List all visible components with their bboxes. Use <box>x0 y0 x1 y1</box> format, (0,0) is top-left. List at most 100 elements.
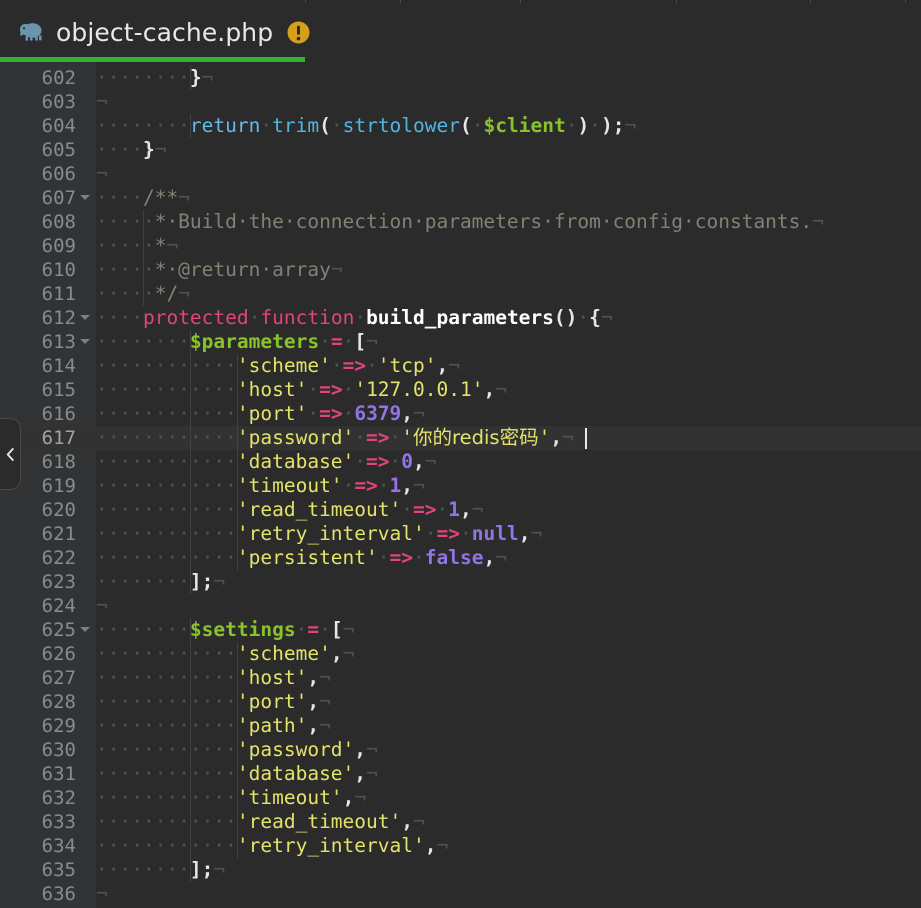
code-line[interactable]: 608 ·····*·Build·the·connection·parameter… <box>0 210 921 234</box>
code-line-text[interactable]: ····/**¬ <box>96 186 190 210</box>
code-token: ¬ <box>471 498 484 521</box>
code-line[interactable]: 624 ¬ <box>0 594 921 618</box>
tab-separator <box>676 0 677 3</box>
code-line-text[interactable]: ············'password'·=>·'你的redis密码',¬ <box>96 426 574 450</box>
code-token: ¬ <box>166 234 179 257</box>
code-line[interactable]: 611 ·····*/¬ <box>0 282 921 306</box>
code-line-text[interactable]: ············'scheme',¬ <box>96 642 354 666</box>
code-line[interactable]: 603 ¬ <box>0 90 921 114</box>
code-line[interactable]: 621 ············'retry_interval'·=>·null,… <box>0 522 921 546</box>
code-line[interactable]: 615 ············'host'·=>·'127.0.0.1',¬ <box>0 378 921 402</box>
code-line-text[interactable]: ·····*·Build·the·connection·parameters·f… <box>96 210 824 234</box>
code-line[interactable]: 626 ············'scheme',¬ <box>0 642 921 666</box>
code-line-text[interactable]: ············'retry_interval'·=>·null,¬ <box>96 522 542 546</box>
code-line-text[interactable]: ············'port',¬ <box>96 690 331 714</box>
code-token: trim <box>272 114 320 137</box>
code-line[interactable]: 634 ············'retry_interval',¬ <box>0 834 921 858</box>
code-line-text[interactable]: ············'database',¬ <box>96 762 378 786</box>
code-token: · <box>330 354 343 377</box>
code-line[interactable]: 605 ····}¬ <box>0 138 921 162</box>
code-line-text[interactable]: ·····*¬ <box>96 234 178 258</box>
code-line-text[interactable]: ········];¬ <box>96 570 225 594</box>
code-line-text[interactable]: ¬ <box>96 882 108 906</box>
code-line-text[interactable]: ············'database'·=>·0,¬ <box>96 450 437 474</box>
code-token: ········ <box>96 114 190 137</box>
code-line[interactable]: 618 ············'database'·=>·0,¬ <box>0 450 921 474</box>
code-token: ¬ <box>213 570 226 593</box>
code-token: ¬ <box>530 522 543 545</box>
code-line[interactable]: 602 ········}¬ <box>0 66 921 90</box>
code-fold-arrow-icon[interactable] <box>80 339 90 344</box>
code-line-text[interactable]: ············'read_timeout',¬ <box>96 810 425 834</box>
code-token: 'retry_interval' <box>236 834 425 857</box>
code-fold-arrow-icon[interactable] <box>80 195 90 200</box>
code-fold-arrow-icon[interactable] <box>80 315 90 320</box>
code-line[interactable]: 633 ············'read_timeout',¬ <box>0 810 921 834</box>
code-line[interactable]: 609 ·····*¬ <box>0 234 921 258</box>
code-line[interactable]: 622 ············'persistent'·=>·false,¬ <box>0 546 921 570</box>
code-line[interactable]: 610 ·····*·@return·array¬ <box>0 258 921 282</box>
code-line[interactable]: 619 ············'timeout'·=>·1,¬ <box>0 474 921 498</box>
code-line-text[interactable]: ····}¬ <box>96 138 166 162</box>
code-line[interactable]: 627 ············'host',¬ <box>0 666 921 690</box>
code-token: ¬ <box>562 426 574 449</box>
code-fold-arrow-icon[interactable] <box>80 627 90 632</box>
code-line[interactable]: 613 ········$parameters·=·[¬ <box>0 330 921 354</box>
code-line[interactable]: 614 ············'scheme'·=>·'tcp',¬ <box>0 354 921 378</box>
code-line-text[interactable]: ·····*/¬ <box>96 282 190 306</box>
code-line[interactable]: 632 ············'timeout',¬ <box>0 786 921 810</box>
code-token: · <box>342 402 355 425</box>
line-number: 609 <box>41 235 76 257</box>
code-line-text[interactable]: ············'retry_interval',¬ <box>96 834 448 858</box>
code-token: · <box>319 330 331 353</box>
code-line-text[interactable]: ····protected·function·build_parameters(… <box>96 306 613 330</box>
expand-sidebar-handle[interactable] <box>0 418 21 490</box>
code-line-text[interactable]: ············'timeout'·=>·1,¬ <box>96 474 425 498</box>
code-token: false <box>424 546 484 569</box>
code-line[interactable]: 604 ········return·trim(·strtolower(·$cli… <box>0 114 921 138</box>
code-line-text[interactable]: ············'port'·=>·6379,¬ <box>96 402 425 426</box>
code-line-text[interactable]: ············'host',¬ <box>96 666 331 690</box>
code-line-text[interactable]: ········$parameters·=·[¬ <box>96 330 378 354</box>
code-line-text[interactable]: ¬ <box>96 90 108 114</box>
code-token: => <box>319 402 343 425</box>
code-line-text[interactable]: ¬ <box>96 594 108 618</box>
warning-exclamation-icon[interactable] <box>286 20 311 45</box>
code-token: , <box>460 498 472 521</box>
code-lines[interactable]: 602 ········}¬ 603 ¬ 604 ········return·trim(… <box>0 66 921 906</box>
code-line-text[interactable]: ············'path',¬ <box>96 714 331 738</box>
code-line-text[interactable]: ¬ <box>96 162 108 186</box>
code-line-text[interactable]: ········}¬ <box>96 66 213 90</box>
code-line-text[interactable]: ········];¬ <box>96 858 225 882</box>
code-line[interactable]: 612 ····protected·function·build_paramete… <box>0 306 921 330</box>
code-line[interactable]: 629 ············'path',¬ <box>0 714 921 738</box>
code-line[interactable]: 631 ············'database',¬ <box>0 762 921 786</box>
code-line[interactable]: 617 ············'password'·=>·'你的redis密码'… <box>0 426 921 450</box>
code-line-text[interactable]: ········return·trim(·strtolower(·$client… <box>96 114 636 138</box>
code-line[interactable]: 628 ············'port',¬ <box>0 690 921 714</box>
code-line[interactable]: 625 ········$settings·=·[¬ <box>0 618 921 642</box>
code-line[interactable]: 616 ············'port'·=>·6379,¬ <box>0 402 921 426</box>
code-line[interactable]: 630 ············'password',¬ <box>0 738 921 762</box>
code-line[interactable]: 606 ¬ <box>0 162 921 186</box>
code-token: ············ <box>96 762 237 785</box>
code-line[interactable]: 607 ····/**¬ <box>0 186 921 210</box>
code-line-text[interactable]: ············'read_timeout'·=>·1,¬ <box>96 498 484 522</box>
code-line-text[interactable]: ············'password',¬ <box>96 738 378 762</box>
line-number: 636 <box>41 883 76 905</box>
code-editor[interactable]: 602 ········}¬ 603 ¬ 604 ········return·trim(… <box>0 62 921 908</box>
code-line-text[interactable]: ········$settings·=·[¬ <box>96 618 354 642</box>
code-line-text[interactable]: ············'host'·=>·'127.0.0.1',¬ <box>96 378 507 402</box>
editor-tab-object-cache-php[interactable]: object-cache.php <box>0 2 310 62</box>
code-line-text[interactable]: ·····*·@return·array¬ <box>96 258 343 282</box>
code-token: , <box>354 762 367 785</box>
code-line[interactable]: 636 ¬ <box>0 882 921 906</box>
code-line-text[interactable]: ············'persistent'·=>·false,¬ <box>96 546 507 570</box>
line-number: 608 <box>41 211 76 233</box>
code-line[interactable]: 623 ········];¬ <box>0 570 921 594</box>
code-token: ············ <box>96 522 237 545</box>
code-line-text[interactable]: ············'scheme'·=>·'tcp',¬ <box>96 354 460 378</box>
code-line[interactable]: 620 ············'read_timeout'·=>·1,¬ <box>0 498 921 522</box>
code-line-text[interactable]: ············'timeout',¬ <box>96 786 366 810</box>
code-line[interactable]: 635 ········];¬ <box>0 858 921 882</box>
